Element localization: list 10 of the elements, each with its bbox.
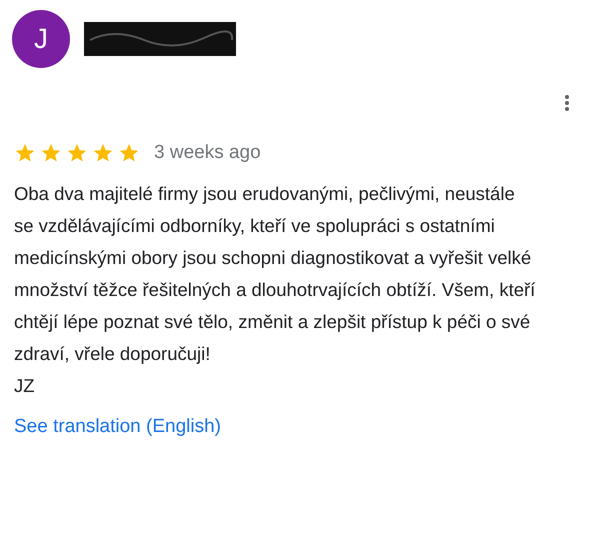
- review-time: 3 weeks ago: [154, 142, 261, 164]
- review-text: Oba dva majitelé firmy jsou erudovanými, pečlivými, neustále se vzdělávajícími odborníky, kteří ve spolupráci s ostatními medicínskými obory jsou schopni diagnostikovat a vyřešit velké množství těžce řešitelných a dlouhotrvajících obtíží. Všem, kteří chtějí lépe poznat své tělo, změnit a zlepšit přístup k péči o své zdraví, vřele doporučuji! JZ: [14, 182, 536, 398]
- star-icon: [40, 142, 62, 164]
- star-icon: [92, 142, 114, 164]
- star-icon: [14, 142, 36, 164]
- more-options-icon[interactable]: [564, 94, 570, 112]
- avatar: J: [12, 10, 70, 68]
- star-icon: [66, 142, 88, 164]
- star-icon: [118, 142, 140, 164]
- translation-link[interactable]: See translation (English): [14, 416, 221, 438]
